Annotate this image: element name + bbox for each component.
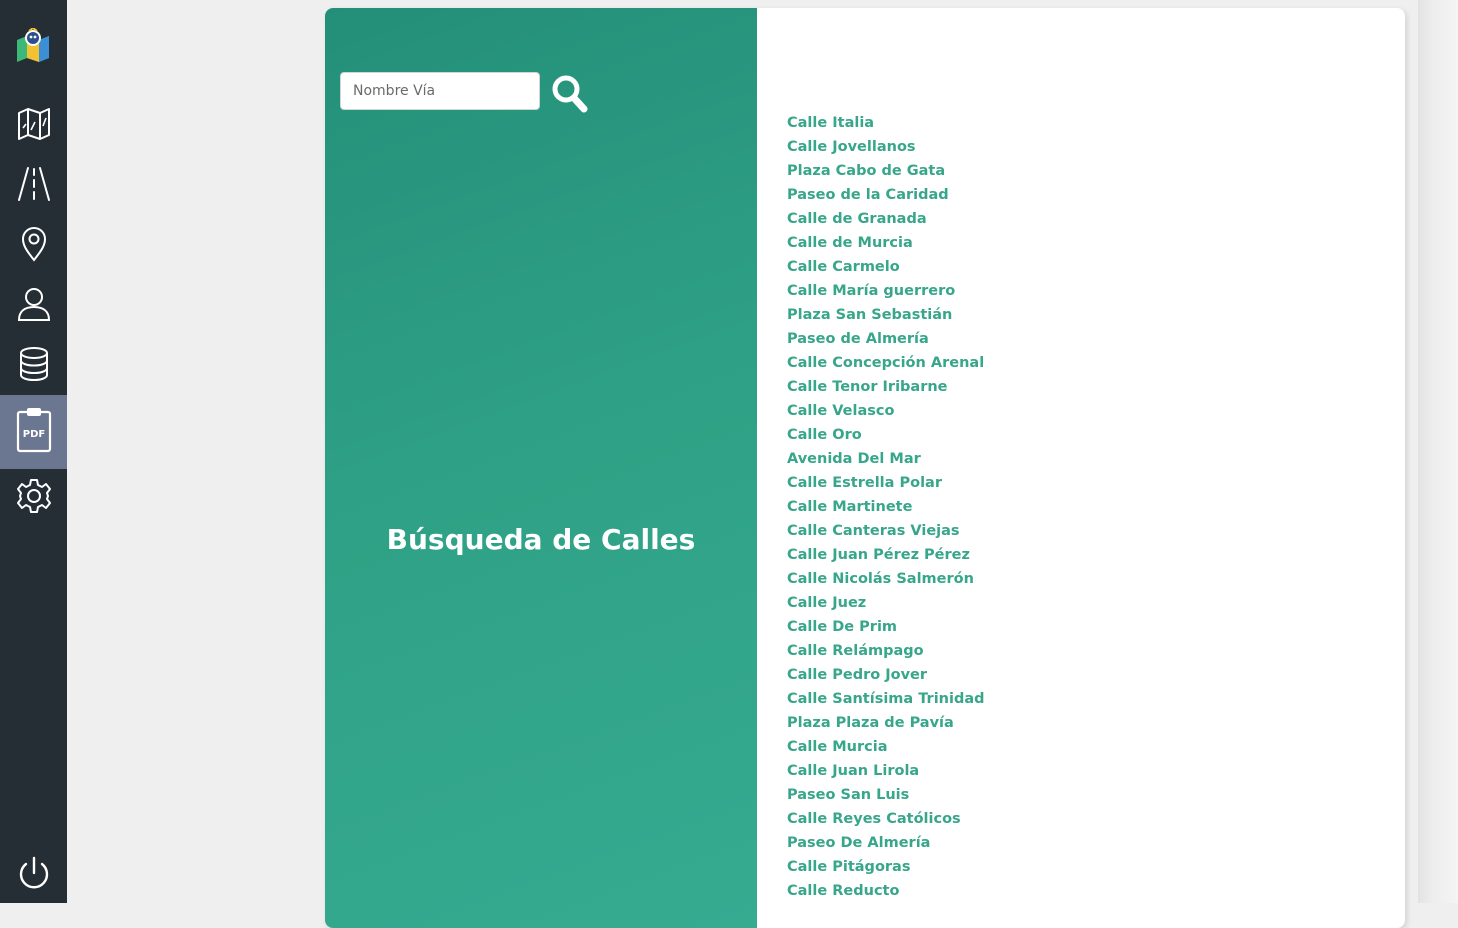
list-item: Calle de Granada	[787, 208, 985, 232]
list-item: Paseo de la Caridad	[787, 184, 985, 208]
list-item: Calle Concepción Arenal	[787, 352, 985, 376]
list-item: Calle Murcia	[787, 736, 985, 760]
sidebar: PDF	[0, 0, 67, 903]
list-item: Paseo De Almería	[787, 832, 985, 856]
street-link[interactable]: Calle Estrella Polar	[787, 475, 942, 491]
list-item: Calle Pedro Jover	[787, 664, 985, 688]
list-item: Calle Martinete	[787, 496, 985, 520]
street-link[interactable]: Calle Reducto	[787, 883, 899, 899]
street-link[interactable]: Calle Juan Lirola	[787, 763, 919, 779]
street-link[interactable]: Calle Nicolás Salmerón	[787, 571, 974, 587]
street-link[interactable]: Calle Martinete	[787, 499, 912, 515]
street-link[interactable]: Paseo De Almería	[787, 835, 930, 851]
street-link[interactable]: Plaza San Sebastián	[787, 307, 952, 323]
street-link[interactable]: Calle Juez	[787, 595, 866, 611]
search-panel: Búsqueda de Calles	[325, 8, 757, 928]
svg-text:PDF: PDF	[22, 429, 44, 440]
list-item: Paseo de Almería	[787, 328, 985, 352]
street-link[interactable]: Calle Canteras Viejas	[787, 523, 960, 539]
street-link[interactable]: Calle Velasco	[787, 403, 894, 419]
list-item: Plaza Plaza de Pavía	[787, 712, 985, 736]
list-item: Calle Juez	[787, 592, 985, 616]
street-name-input[interactable]	[340, 72, 540, 110]
street-link[interactable]: Calle Carmelo	[787, 259, 900, 275]
street-link[interactable]: Calle Relámpago	[787, 643, 924, 659]
map-icon	[16, 106, 52, 146]
sidebar-item-roads[interactable]	[0, 156, 67, 216]
pdf-clipboard-icon: PDF	[16, 407, 52, 457]
search-button[interactable]	[551, 74, 589, 114]
street-link[interactable]: Calle Santísima Trinidad	[787, 691, 985, 707]
list-item: Calle Carmelo	[787, 256, 985, 280]
database-icon	[16, 346, 52, 386]
user-icon	[16, 286, 52, 326]
list-item: Calle Jovellanos	[787, 136, 985, 160]
page-scroll-rail	[1418, 0, 1458, 903]
street-link[interactable]: Calle Oro	[787, 427, 862, 443]
street-link[interactable]: Paseo de Almería	[787, 331, 929, 347]
sidebar-item-database[interactable]	[0, 336, 67, 396]
list-item: Calle Juan Lirola	[787, 760, 985, 784]
street-link[interactable]: Calle María guerrero	[787, 283, 955, 299]
street-link[interactable]: Paseo San Luis	[787, 787, 909, 803]
list-item: Calle De Prim	[787, 616, 985, 640]
list-item: Calle Reyes Católicos	[787, 808, 985, 832]
street-link[interactable]: Calle Concepción Arenal	[787, 355, 984, 371]
list-item: Calle Velasco	[787, 400, 985, 424]
street-link[interactable]: Plaza Cabo de Gata	[787, 163, 945, 179]
street-link[interactable]: Calle Pitágoras	[787, 859, 910, 875]
list-item: Calle Canteras Viejas	[787, 520, 985, 544]
street-link[interactable]: Calle Juan Pérez Pérez	[787, 547, 970, 563]
list-item: Calle Italia	[787, 112, 985, 136]
street-search-card: Búsqueda de Calles Calle Italia Calle Jov…	[325, 8, 1405, 928]
sidebar-item-pdf-reports[interactable]: PDF	[0, 395, 67, 469]
list-item: Calle Relámpago	[787, 640, 985, 664]
logout-button[interactable]	[0, 846, 67, 906]
street-link[interactable]: Calle Tenor Iribarne	[787, 379, 948, 395]
street-link[interactable]: Calle Reyes Católicos	[787, 811, 961, 827]
sidebar-item-settings[interactable]	[0, 468, 67, 528]
street-link[interactable]: Paseo de la Caridad	[787, 187, 949, 203]
list-item: Calle Tenor Iribarne	[787, 376, 985, 400]
street-link[interactable]: Calle De Prim	[787, 619, 897, 635]
list-item: Calle de Murcia	[787, 232, 985, 256]
list-item: Plaza Cabo de Gata	[787, 160, 985, 184]
list-item: Paseo San Luis	[787, 784, 985, 808]
street-link[interactable]: Calle Pedro Jover	[787, 667, 927, 683]
street-link[interactable]: Calle de Granada	[787, 211, 927, 227]
list-item: Calle Reducto	[787, 880, 985, 904]
list-item: Calle Pitágoras	[787, 856, 985, 880]
list-item: Calle Juan Pérez Pérez	[787, 544, 985, 568]
list-item: Calle Santísima Trinidad	[787, 688, 985, 712]
street-link[interactable]: Calle Murcia	[787, 739, 888, 755]
sidebar-item-users[interactable]	[0, 276, 67, 336]
street-link[interactable]: Plaza Plaza de Pavía	[787, 715, 954, 731]
panel-title: Búsqueda de Calles	[386, 523, 696, 556]
list-item: Calle Oro	[787, 424, 985, 448]
street-link[interactable]: Calle Italia	[787, 115, 874, 131]
list-item: Calle Nicolás Salmerón	[787, 568, 985, 592]
list-item: Avenida Del Mar	[787, 448, 985, 472]
location-pin-icon	[16, 226, 52, 266]
street-link[interactable]: Avenida Del Mar	[787, 451, 921, 467]
list-item: Plaza San Sebastián	[787, 304, 985, 328]
street-link[interactable]: Calle Jovellanos	[787, 139, 916, 155]
search-icon	[551, 75, 589, 117]
road-icon	[16, 166, 52, 206]
sidebar-item-map[interactable]	[0, 96, 67, 156]
sidebar-item-locations[interactable]	[0, 216, 67, 276]
list-item: Calle Estrella Polar	[787, 472, 985, 496]
list-item: Calle María guerrero	[787, 280, 985, 304]
street-list: Calle Italia Calle Jovellanos Plaza Cabo d…	[787, 112, 985, 904]
power-icon	[16, 856, 52, 896]
gear-icon	[16, 478, 52, 518]
app-logo-icon[interactable]	[15, 26, 51, 62]
street-link[interactable]: Calle de Murcia	[787, 235, 913, 251]
